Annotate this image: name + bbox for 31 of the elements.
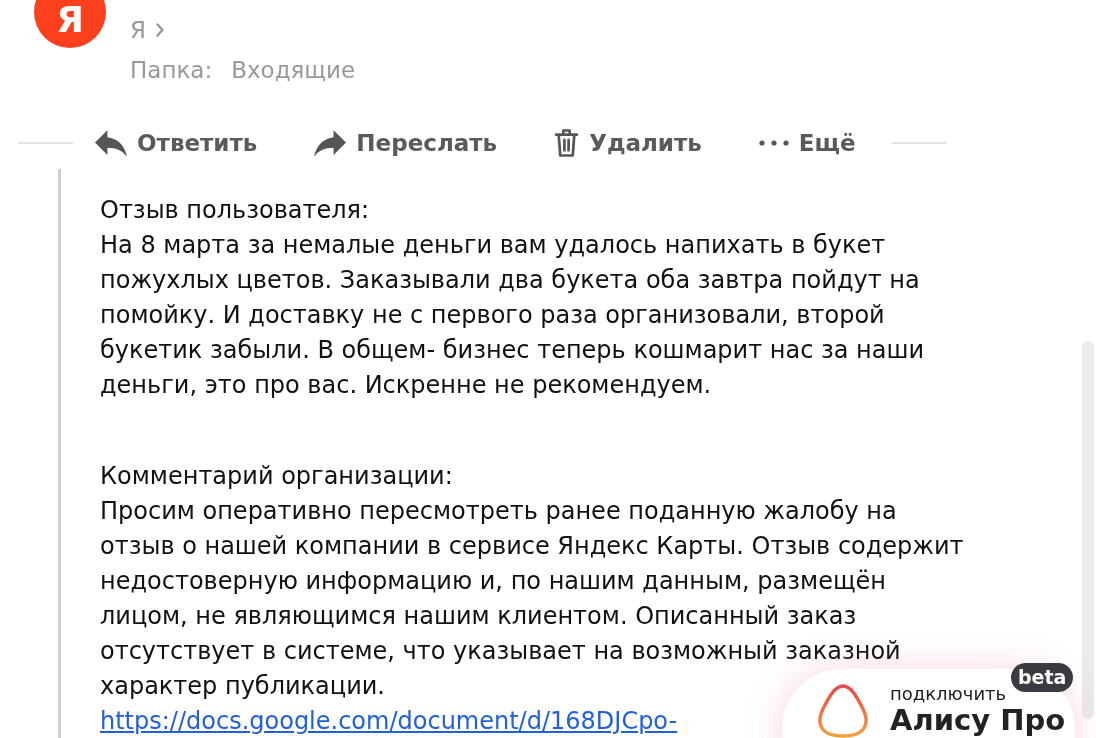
message-text-line: На 8 марта за немалые деньги вам удалось напихать в букет — [100, 230, 886, 261]
message-text-line: пожухлых цветов. Заказывали два букета оба завтра пойдут на — [100, 265, 920, 296]
dots-icon — [758, 140, 789, 146]
reply-arrow-icon — [95, 129, 127, 157]
forward-button[interactable]: Переслать — [314, 127, 498, 159]
message-text-line: букетик забыли. В общем- бизнес теперь кошмарит нас за наши — [100, 335, 925, 366]
folder-label: Папка: — [130, 55, 213, 85]
message-text-line: характер публикации. — [100, 671, 385, 702]
chevron-right-icon[interactable] — [156, 23, 164, 37]
delete-button[interactable]: Удалить — [554, 127, 702, 159]
more-button[interactable]: Ещё — [758, 127, 856, 159]
message-text-line: отсутствует в системе, что указывает на возможный заказной — [100, 636, 901, 667]
avatar-logo: Я — [34, 0, 106, 48]
ring-logo-icon — [815, 683, 871, 738]
document-link[interactable]: https://docs.google.com/document/d/168DJCpo- — [100, 706, 678, 736]
section-heading: Комментарий организации: — [100, 461, 453, 492]
message-text-line: недостоверную информацию и, по нашим данным, размещён — [100, 566, 886, 597]
message-text-line: помойку. И доставку не с первого раза организовали, второй — [100, 300, 885, 331]
message-text-line: отзыв о нашей компании в сервисе Яндекс Карты. Отзыв содержит — [100, 531, 964, 562]
promo-caption: подключить — [890, 683, 1008, 705]
trash-icon — [554, 128, 580, 158]
message-text-line: Просим оперативно пересмотреть ранее поданную жалобу на — [100, 496, 897, 527]
section-heading: Отзыв пользователя: — [100, 195, 370, 226]
folder-name: Входящие — [231, 55, 356, 85]
promo-title: Алису Про — [890, 705, 1066, 736]
message-text-line: лицом, не являющимся нашим клиентом. Описанный заказ — [100, 601, 857, 632]
forward-arrow-icon — [314, 129, 347, 157]
scrollbar[interactable] — [1082, 341, 1094, 719]
reply-button[interactable]: Ответить — [95, 127, 258, 159]
beta-badge: beta — [1011, 663, 1074, 692]
message-text-line: деньги, это про вас. Искренне не рекомендуем. — [100, 370, 712, 401]
